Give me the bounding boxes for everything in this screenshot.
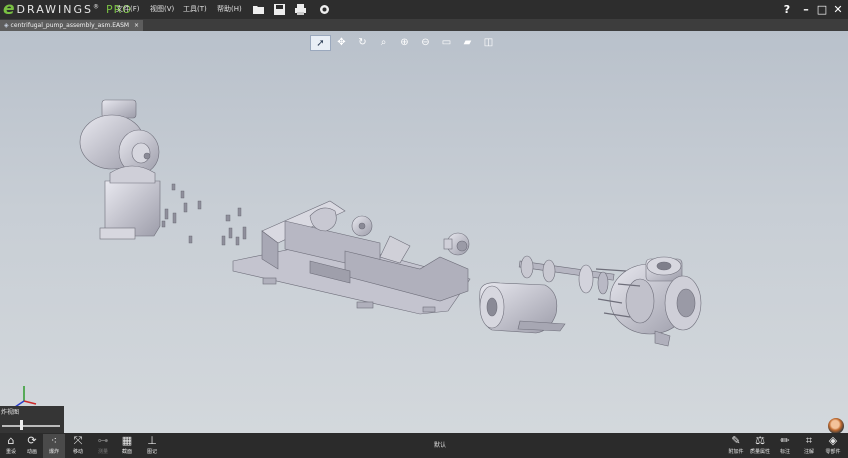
explode-button[interactable]: ⁖ 爆炸 <box>43 434 65 458</box>
markup-button[interactable]: ✏ 标注 <box>774 434 796 458</box>
bottom-toolbar: ⌂ 重设 ⟳ 动画 ⁖ 爆炸 ⤧ 移动 ⊶ 测量 ▦ 截面 ⊥ 图记 默认 ✎ 附加件 ⚖ 质量属… <box>0 433 848 458</box>
configuration-name[interactable]: 默认 <box>420 433 460 458</box>
pencil-icon: ✏ <box>780 434 790 447</box>
view-toolbar: ➚ ✥ ↻ ⌕ ⊕ ⊖ ▭ ▰ ◫ <box>310 35 499 51</box>
avatar[interactable] <box>828 418 844 433</box>
animate-button[interactable]: ⟳ 动画 <box>21 434 43 458</box>
logo-word: DRAWINGS® <box>16 3 101 16</box>
stamp-button[interactable]: ⊥ 图记 <box>141 434 163 458</box>
explode-slider-thumb[interactable] <box>20 420 24 430</box>
parts-icon: ◈ <box>828 434 838 447</box>
document-tab-bar: ◈ centrifugal_pump_assembly_asm.EASM × <box>0 19 848 31</box>
paperclip-icon: ✎ <box>731 434 741 447</box>
menu-help[interactable]: 帮助(H) <box>217 0 242 19</box>
measure-button[interactable]: ⊶ 测量 <box>92 434 114 458</box>
zoom-fit-icon[interactable]: ⊕ <box>394 35 415 51</box>
settings-icon[interactable] <box>318 3 331 16</box>
pan-icon[interactable]: ✥ <box>331 35 352 51</box>
menu-file[interactable]: 文件(F) <box>116 0 140 19</box>
electric-motor <box>79 99 161 240</box>
explode-slider-panel: 炸视图 <box>0 406 64 433</box>
close-button[interactable]: ✕ <box>831 0 845 19</box>
zoom-area-icon[interactable]: ⌕ <box>373 35 394 51</box>
move-icon: ⤧ <box>73 434 83 447</box>
select-icon[interactable]: ➚ <box>310 35 331 51</box>
section-button[interactable]: ▦ 截面 <box>116 434 138 458</box>
explode-label: 炸视图 <box>1 409 20 416</box>
menu-view[interactable]: 视图(V) <box>150 0 174 19</box>
document-tab-label: centrifugal_pump_assembly_asm.EASM <box>10 22 130 29</box>
animate-icon: ⟳ <box>27 434 37 447</box>
3d-viewport[interactable]: ➚ ✥ ↻ ⌕ ⊕ ⊖ ▭ ▰ ◫ <box>0 31 848 433</box>
section-cube-icon[interactable]: ◫ <box>478 35 499 51</box>
title-bar: e DRAWINGS® PRO 文件(F) 视图(V) 工具(T) 帮助(H) … <box>0 0 848 19</box>
save-icon[interactable] <box>273 3 286 16</box>
reset-button[interactable]: ⌂ 重设 <box>0 434 22 458</box>
measure-icon: ⊶ <box>97 434 109 447</box>
help-button[interactable]: ? <box>780 0 794 19</box>
assembly-icon: ◈ <box>4 22 9 29</box>
stamp-icon: ⊥ <box>147 434 157 447</box>
minimize-button[interactable]: – <box>799 0 813 19</box>
scale-icon: ⚖ <box>755 434 765 447</box>
logo-e: e <box>3 0 15 19</box>
maximize-button[interactable]: □ <box>815 0 829 19</box>
note-icon: ⌗ <box>805 434 813 447</box>
view-orientation-icon[interactable]: ▰ <box>457 35 478 51</box>
exploded-pump-assembly[interactable] <box>0 31 848 433</box>
bearing-housing <box>479 282 566 334</box>
fasteners <box>161 183 247 246</box>
attachments-button[interactable]: ✎ 附加件 <box>724 434 748 458</box>
edrawings-logo: e DRAWINGS® PRO <box>3 0 132 19</box>
document-tab[interactable]: ◈ centrifugal_pump_assembly_asm.EASM × <box>0 20 144 31</box>
mass-properties-button[interactable]: ⚖ 质量属性 <box>748 434 772 458</box>
print-icon[interactable] <box>294 3 307 16</box>
rotate-icon[interactable]: ↻ <box>352 35 373 51</box>
explode-slider-track[interactable] <box>2 425 60 427</box>
baseplate <box>232 200 471 315</box>
home-icon: ⌂ <box>7 434 15 447</box>
display-icon[interactable]: ▭ <box>436 35 457 51</box>
axis-triad <box>14 386 37 408</box>
open-icon[interactable] <box>252 3 265 16</box>
tab-close-icon[interactable]: × <box>134 22 139 29</box>
zoom-icon[interactable]: ⊖ <box>415 35 436 51</box>
move-button[interactable]: ⤧ 移动 <box>67 434 89 458</box>
components-button[interactable]: ◈ 零部件 <box>822 434 844 458</box>
explode-icon: ⁖ <box>50 434 58 447</box>
annotations-button[interactable]: ⌗ 注解 <box>798 434 820 458</box>
menu-tools[interactable]: 工具(T) <box>183 0 207 19</box>
section-icon: ▦ <box>121 434 133 447</box>
